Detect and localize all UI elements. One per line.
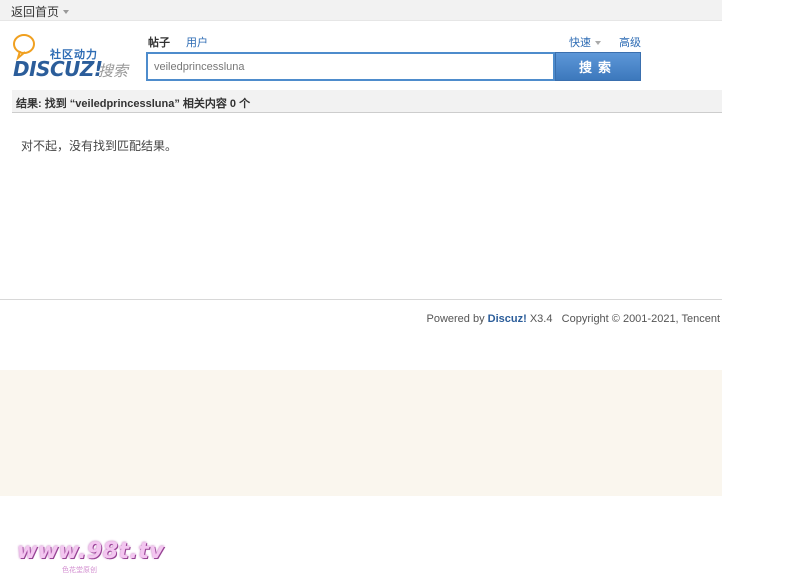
- quick-search-label: 快速: [569, 37, 591, 49]
- quick-search-dropdown[interactable]: 快速: [569, 34, 601, 50]
- watermark-subtext: 色花堂原创: [62, 567, 97, 574]
- watermark-logo: www.98t.tv: [17, 539, 165, 564]
- chevron-down-icon: [63, 10, 70, 14]
- discuz-logo[interactable]: 社区动力 DISCUZ! 搜索: [12, 33, 132, 81]
- search-box: [146, 52, 555, 81]
- result-summary-bar: 结果: 找到 “veiledprincessluna” 相关内容 0 个: [12, 90, 722, 113]
- powered-by-label: Powered by: [426, 313, 485, 325]
- home-link-label: 返回首页: [11, 5, 60, 19]
- search-button[interactable]: 搜索: [555, 52, 641, 81]
- footer: Powered by Discuz! X3.4 Copyright © 2001…: [427, 313, 721, 325]
- advanced-search-link[interactable]: 高级: [619, 34, 641, 50]
- footer-brand-link[interactable]: Discuz!: [488, 313, 527, 325]
- search-mode-links: 快速 高级: [569, 34, 641, 50]
- tab-users[interactable]: 用户: [186, 34, 208, 50]
- footer-divider: [0, 299, 722, 300]
- logo-brand-suffix: 搜索: [98, 63, 129, 80]
- home-link[interactable]: 返回首页: [11, 3, 70, 20]
- result-summary: 结果: 找到 “veiledprincessluna” 相关内容 0 个: [16, 98, 251, 110]
- search-input[interactable]: [148, 54, 553, 79]
- tab-posts[interactable]: 帖子: [148, 34, 170, 50]
- logo-brand: DISCUZ!: [13, 57, 103, 81]
- background-panel: [0, 370, 722, 496]
- chevron-down-icon: [595, 40, 601, 45]
- search-type-tabs: 帖子 用户: [148, 34, 208, 50]
- no-result-message: 对不起，没有找到匹配结果。: [21, 139, 178, 153]
- footer-copyright: Copyright © 2001-2021, Tencent: [561, 313, 720, 325]
- footer-version: X3.4: [529, 313, 553, 325]
- top-bar: 返回首页: [0, 0, 722, 21]
